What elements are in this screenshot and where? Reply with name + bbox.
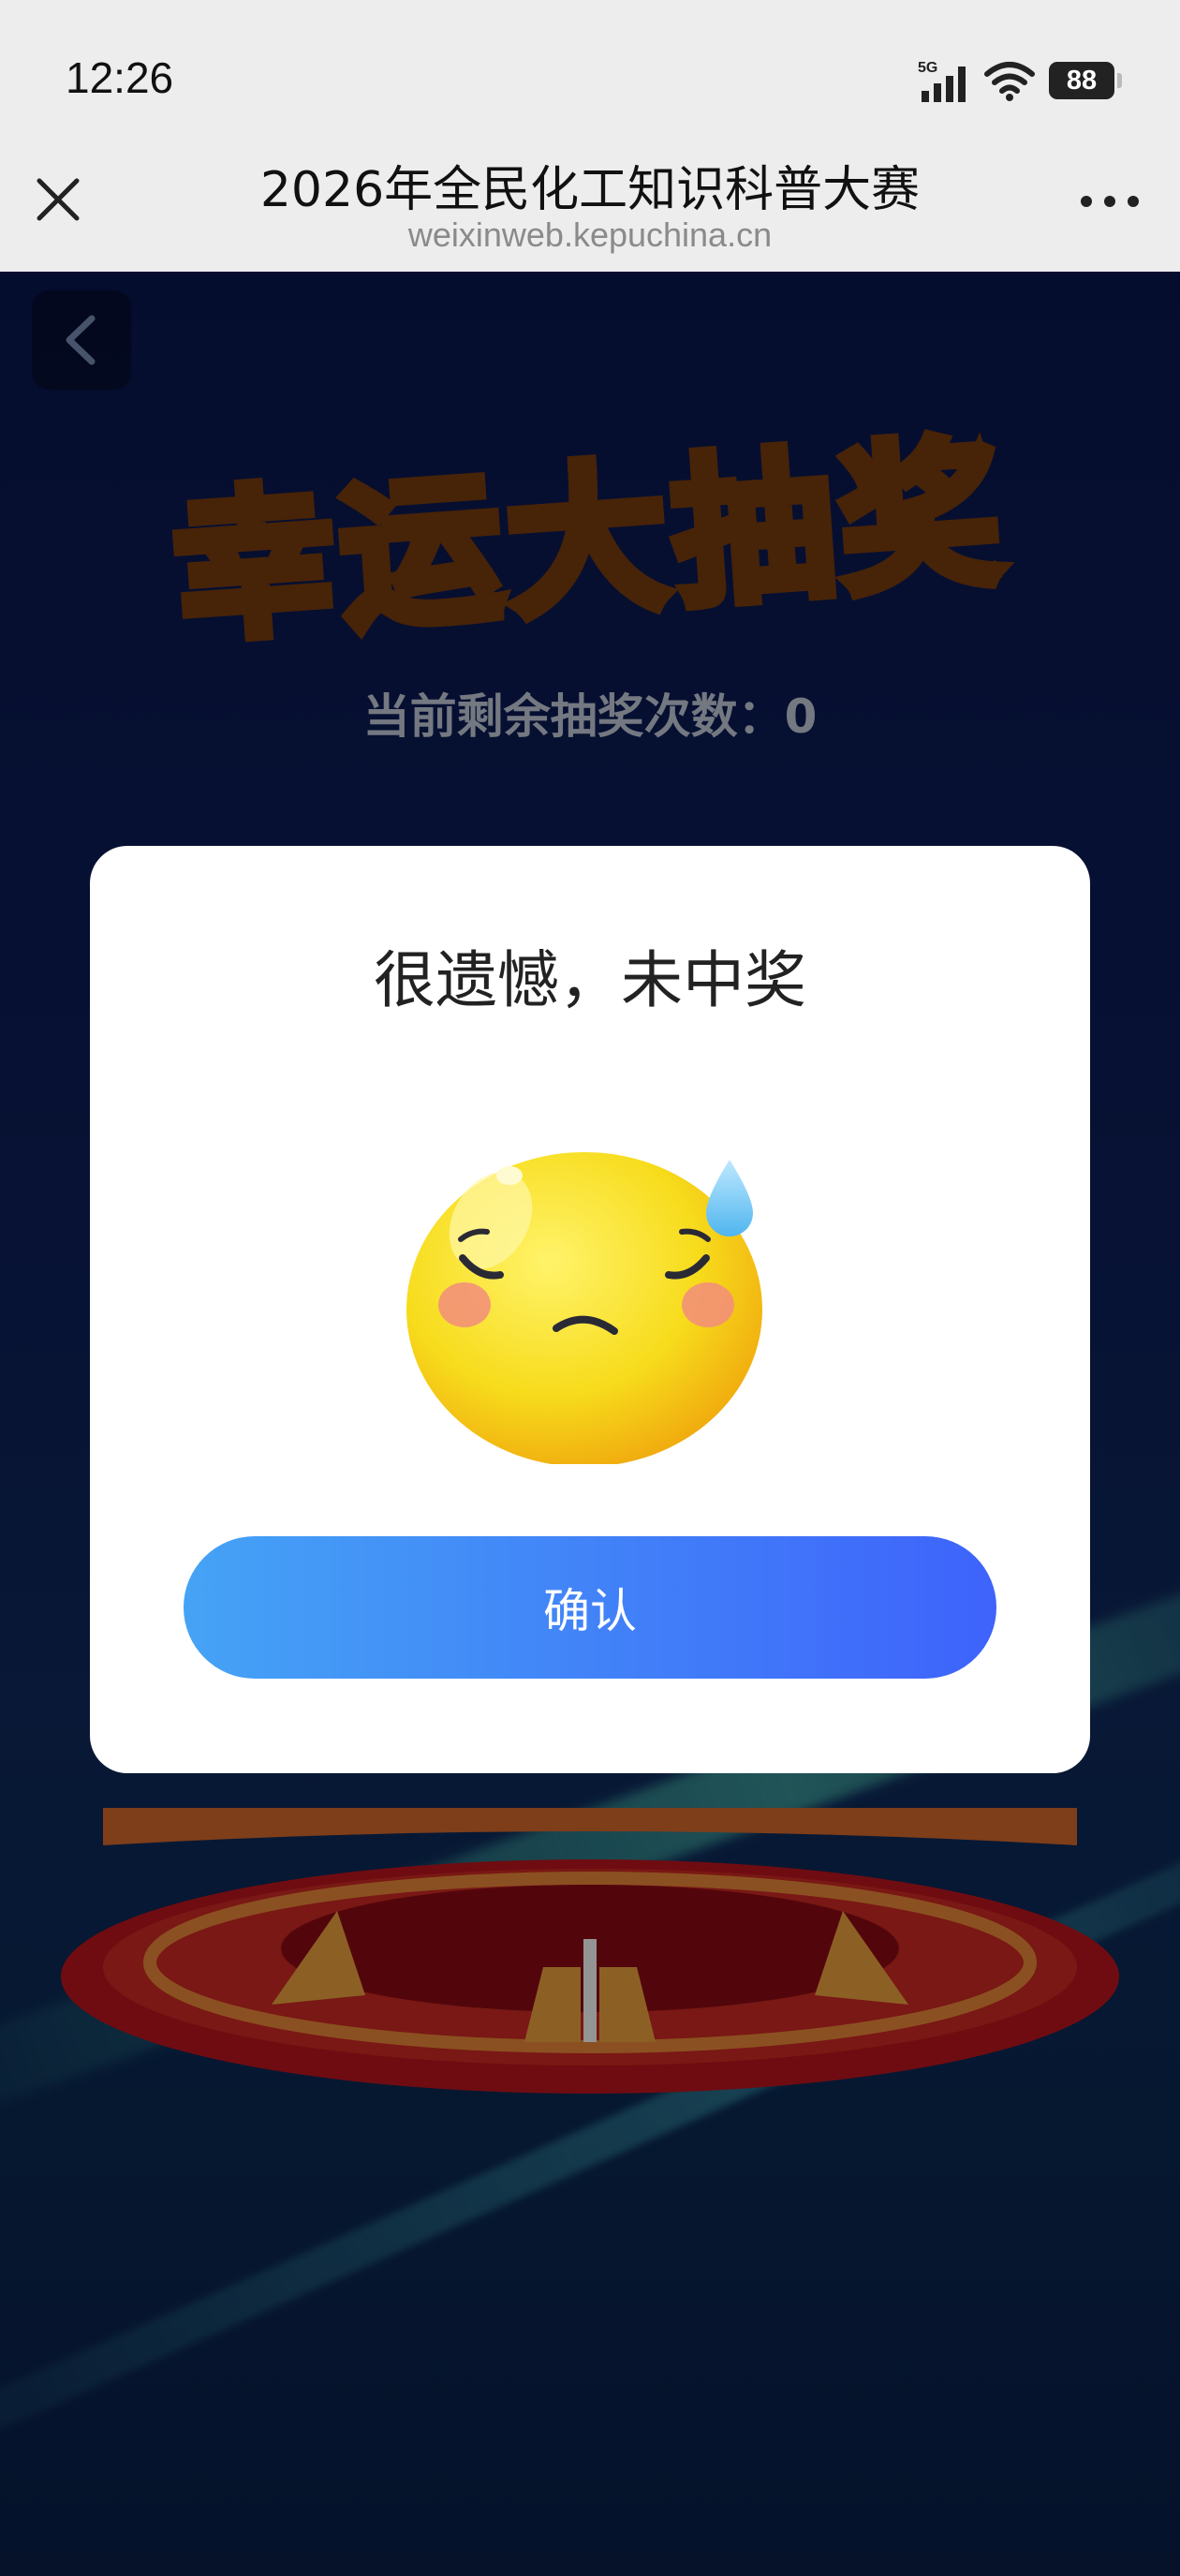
confirm-button[interactable]: 确认 [184,1536,996,1679]
battery-level: 88 [1066,65,1098,96]
sad-sweat-emoji-icon [406,1152,762,1464]
title-bar: 2026年全民化工知识科普大赛 weixinweb.kepuchina.cn [0,141,1180,272]
status-bar: 12:26 5G 88 [0,0,1180,159]
signal-icon: 5G [918,60,966,102]
battery-icon: 88 [1049,62,1122,99]
dialog-title: 很遗憾，未中奖 [374,944,806,1016]
status-time: 12:26 [66,53,174,102]
network-label: 5G [918,60,937,76]
status-icons: 5G 88 [918,56,1122,105]
wifi-icon [984,62,1035,101]
page-title: 2026年全民化工知识科普大赛 [259,162,921,218]
result-dialog: 很遗憾，未中奖 确认 [90,846,1090,1773]
page-url: weixinweb.kepuchina.cn [407,215,773,254]
more-icon[interactable] [1077,192,1143,211]
